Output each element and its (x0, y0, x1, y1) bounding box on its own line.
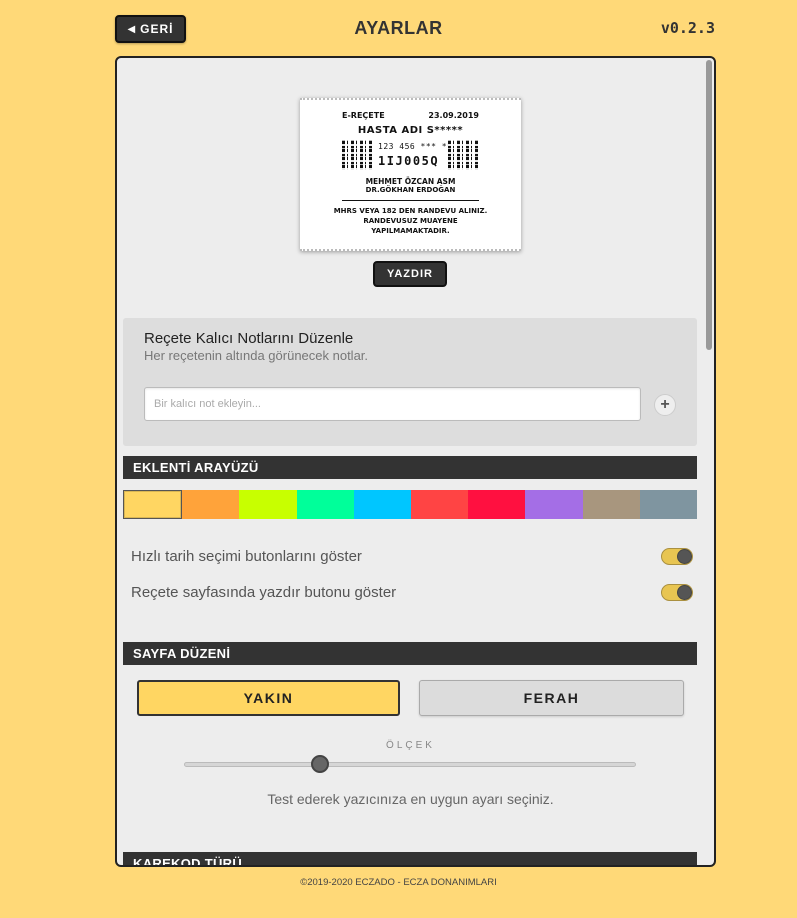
receipt-header: E-REÇETE 23.09.2019 (342, 111, 479, 120)
color-swatch[interactable] (468, 490, 526, 519)
color-swatch[interactable] (411, 490, 469, 519)
notes-card: Reçete Kalıcı Notlarını Düzenle Her reçe… (123, 318, 697, 446)
color-swatch[interactable] (639, 490, 698, 519)
color-swatch[interactable] (123, 490, 183, 519)
barcode-section-header: KAREKOD TÜRÜ (123, 852, 697, 865)
plugin-section-header: EKLENTİ ARAYÜZÜ (123, 456, 697, 479)
receipt-type: E-REÇETE (342, 111, 385, 120)
add-note-button[interactable]: + (654, 394, 676, 416)
color-swatch[interactable] (525, 490, 583, 519)
layout-compact-button[interactable]: YAKIN (137, 680, 400, 716)
plus-icon: + (660, 396, 670, 413)
receipt-patient: HASTA ADI S***** (357, 125, 464, 136)
footer-copyright: ©2019-2020 ECZADO - ECZA DONANIMLARI (300, 877, 497, 888)
receipt-preview: E-REÇETE 23.09.2019 HASTA ADI S***** 123… (300, 98, 521, 251)
qr-code-icon (342, 140, 372, 170)
settings-panel: E-REÇETE 23.09.2019 HASTA ADI S***** 123… (115, 56, 716, 867)
version-label: v0.2.3 (660, 19, 715, 37)
scale-hint: Test ederek yazıcınıza en uygun ayarı se… (267, 791, 554, 807)
color-swatch[interactable] (582, 490, 640, 519)
panel-scrollbar[interactable] (706, 60, 712, 350)
color-swatch[interactable] (296, 490, 354, 519)
color-swatches (123, 490, 698, 519)
toggle-row-quick-date: Hızlı tarih seçimi butonlarını göster (131, 544, 693, 568)
notes-subtitle: Her reçetenin altında görünecek notlar. (144, 348, 369, 363)
color-swatch[interactable] (353, 490, 412, 519)
scale-slider-track[interactable] (184, 762, 636, 767)
toggle-row-print-button: Reçete sayfasında yazdır butonu göster (131, 580, 693, 604)
quick-date-toggle[interactable] (661, 547, 693, 565)
receipt-note: MHRS VEYA 182 DEN RANDEVU ALINIZ. RANDEV… (333, 207, 488, 235)
color-swatch[interactable] (239, 490, 297, 519)
receipt-code-small: 123 456 *** ** (378, 142, 453, 151)
receipt-divider (342, 200, 479, 201)
note-input[interactable] (144, 387, 641, 421)
toggle-knob (677, 548, 692, 564)
print-button-toggle[interactable] (661, 583, 693, 601)
color-swatch[interactable] (182, 490, 240, 519)
toggle-label: Hızlı tarih seçimi butonlarını göster (131, 547, 362, 565)
notes-title: Reçete Kalıcı Notlarını Düzenle (144, 330, 354, 347)
scale-slider-handle[interactable] (310, 755, 329, 773)
layout-spacious-button[interactable]: FERAH (419, 680, 684, 716)
layout-section-header: SAYFA DÜZENİ (123, 642, 697, 665)
receipt-date: 23.09.2019 (428, 111, 479, 120)
settings-content: E-REÇETE 23.09.2019 HASTA ADI S***** 123… (117, 58, 704, 865)
qr-code-icon (448, 140, 478, 170)
print-button[interactable]: YAZDIR (373, 261, 447, 287)
receipt-code-big: 1IJ005Q (378, 154, 440, 168)
scale-label: ÖLÇEK (386, 740, 435, 751)
toggle-knob (677, 584, 692, 600)
receipt-organization: MEHMET ÖZCAN ASM (365, 177, 456, 186)
receipt-doctor: DR.GÖKHAN ERDOĞAN (365, 186, 456, 194)
toggle-label: Reçete sayfasında yazdır butonu göster (131, 583, 397, 601)
